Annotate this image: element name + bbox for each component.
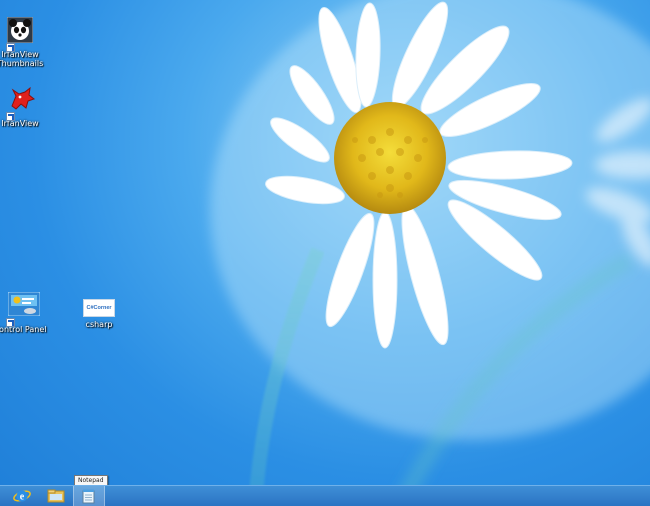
desktop-icon-label: IrfanView Thumbnails: [0, 50, 44, 68]
desktop-icon-irfanview-thumbnails[interactable]: IrfanView Thumbnails: [0, 17, 50, 68]
taskbar-button-internet-explorer[interactable]: e: [6, 486, 38, 506]
wallpaper-image: [210, 0, 650, 506]
svg-text:e: e: [20, 492, 25, 503]
shortcut-arrow-icon: [6, 43, 15, 52]
control-panel-icon: [4, 292, 40, 327]
desktop[interactable]: IrfanView Thumbnails IrfanView Control: [0, 0, 650, 506]
desktop-icon-label: csharp: [85, 320, 113, 329]
csharp-corner-logo: C#Corner: [83, 299, 115, 317]
shortcut-arrow-icon: [6, 318, 15, 327]
taskbar-button-file-explorer[interactable]: [40, 486, 72, 506]
desktop-icon-irfanview[interactable]: IrfanView: [0, 86, 50, 128]
folder-icon: [47, 489, 65, 503]
desktop-icon-csharp[interactable]: C#Corner csharp: [69, 299, 129, 329]
panda-icon: [4, 17, 36, 52]
notepad-icon: [82, 489, 95, 503]
desktop-icon-control-panel[interactable]: Control Panel: [0, 292, 50, 334]
taskbar[interactable]: e: [0, 485, 650, 506]
red-cat-icon: [4, 86, 36, 121]
taskbar-button-notepad[interactable]: [73, 486, 105, 506]
shortcut-arrow-icon: [6, 112, 15, 121]
csharp-logo-text: C#Corner: [86, 305, 112, 311]
internet-explorer-icon: e: [13, 490, 31, 503]
